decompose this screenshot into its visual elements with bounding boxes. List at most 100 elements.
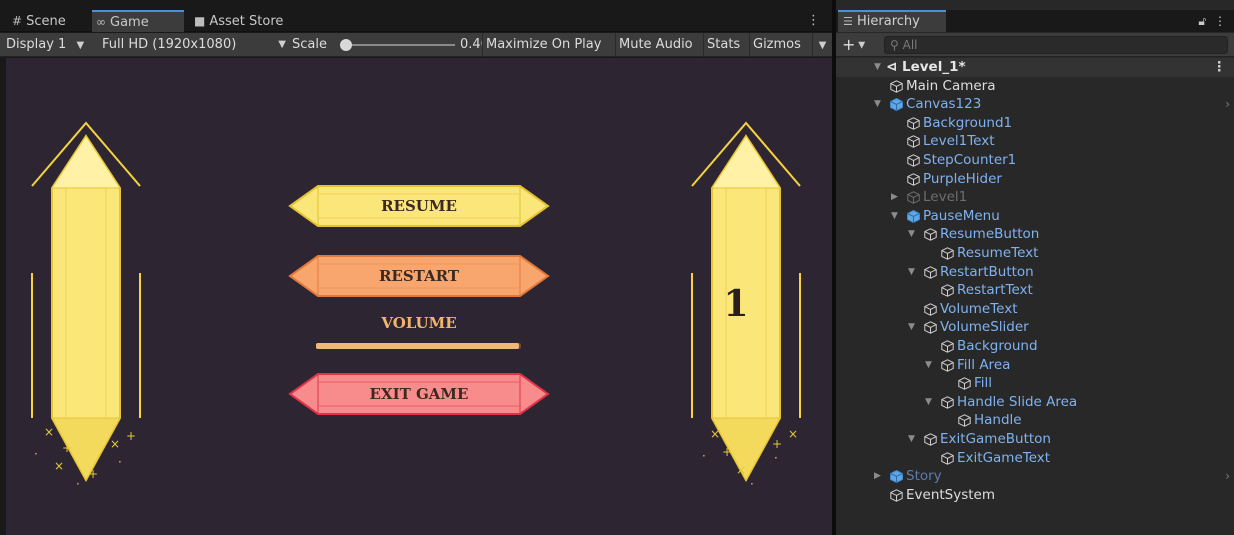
gameobject-cube-icon [907, 154, 920, 167]
hierarchy-item[interactable]: ▼ Handle Slide Area [836, 393, 1234, 412]
tab-hierarchy[interactable]: ☰ Hierarchy [838, 10, 946, 32]
search-placeholder: All [902, 38, 918, 52]
scale-slider-track[interactable] [345, 44, 455, 46]
hierarchy-item[interactable]: PurpleHider [836, 170, 1234, 189]
expand-arrow-icon[interactable]: ▼ [925, 356, 932, 375]
resolution-label: Full HD (1920x1080) [102, 37, 237, 52]
expand-arrow-icon[interactable]: ▼ [874, 95, 881, 114]
hierarchy-item-label: PauseMenu [923, 207, 1000, 224]
hierarchy-item[interactable]: StepCounter1 [836, 151, 1234, 170]
hierarchy-item[interactable]: ExitGameText [836, 449, 1234, 468]
gameobject-cube-icon [958, 377, 971, 390]
tab-game[interactable]: ∞ Game [92, 10, 184, 32]
volume-slider[interactable] [316, 343, 521, 349]
exit-game-button-label: EXIT GAME [369, 385, 469, 403]
svg-text:×: × [710, 427, 720, 441]
gameobject-cube-icon [924, 433, 937, 446]
expand-arrow-icon[interactable]: ▼ [908, 430, 915, 449]
maximize-on-play-toggle[interactable]: Maximize On Play [482, 33, 604, 57]
hierarchy-item[interactable]: ▼ ResumeButton [836, 225, 1234, 244]
hierarchy-item-label: Handle [974, 412, 1022, 429]
open-prefab-arrow-icon[interactable]: › [1225, 95, 1230, 114]
hierarchy-item[interactable]: Background [836, 337, 1234, 356]
hierarchy-item[interactable]: ▶ Level1 [836, 188, 1234, 207]
hierarchy-tab-actions: 🔓︎ ⋮ [1198, 10, 1226, 32]
hierarchy-item[interactable]: ▶ Story › [836, 467, 1234, 486]
svg-text:·: · [34, 447, 38, 461]
expand-arrow-icon[interactable]: ▼ [874, 58, 881, 77]
collapsed-arrow-icon[interactable]: ▶ [891, 188, 898, 207]
hierarchy-item[interactable]: Fill [836, 374, 1234, 393]
lock-icon[interactable]: 🔓︎ [1198, 14, 1206, 28]
hierarchy-item-label: RestartText [957, 282, 1033, 299]
gameobject-cube-icon [907, 191, 920, 204]
tab-options-menu-icon[interactable]: ⋮ [807, 10, 820, 32]
expand-arrow-icon[interactable]: ▼ [891, 207, 898, 226]
svg-text:·: · [702, 449, 706, 463]
hierarchy-item[interactable]: ▼ RestartButton [836, 263, 1234, 282]
hierarchy-item[interactable]: RestartText [836, 281, 1234, 300]
hierarchy-tab-bar: ☰ Hierarchy 🔓︎ ⋮ [836, 10, 1234, 32]
expand-arrow-icon[interactable]: ▼ [908, 318, 915, 337]
hierarchy-item-label: StepCounter1 [923, 152, 1017, 168]
level-number: 1 [723, 283, 749, 325]
game-viewport[interactable]: × + × + × + · · · × + + × × · · · 1 RESU… [6, 58, 832, 535]
resolution-dropdown[interactable]: Full HD (1920x1080) ▼ [102, 33, 286, 57]
expand-arrow-icon[interactable]: ▼ [908, 225, 915, 244]
scale-slider-handle[interactable] [340, 39, 352, 51]
display-dropdown[interactable]: Display 1 ▼ [6, 33, 84, 57]
collapsed-arrow-icon[interactable]: ▶ [874, 467, 881, 486]
hierarchy-item-label: EventSystem [906, 486, 996, 503]
gameobject-cube-icon [924, 303, 937, 316]
gameobject-cube-icon [941, 396, 954, 409]
hierarchy-item-label: RestartButton [940, 263, 1034, 280]
resume-button[interactable]: RESUME [288, 184, 550, 228]
hierarchy-item[interactable]: VolumeText [836, 300, 1234, 319]
hierarchy-item-label: VolumeText [940, 300, 1018, 317]
hierarchy-item[interactable]: Background1 [836, 114, 1234, 133]
expand-arrow-icon[interactable]: ▼ [925, 393, 932, 412]
tab-scene[interactable]: # Scene [8, 10, 92, 32]
stats-toggle[interactable]: Stats [703, 33, 743, 57]
hierarchy-item[interactable]: EventSystem [836, 486, 1234, 505]
tab-asset-store[interactable]: ■ Asset Store [190, 10, 310, 32]
exit-game-button[interactable]: EXIT GAME [288, 372, 550, 416]
hierarchy-item-label: Fill Area [957, 356, 1011, 373]
hierarchy-item[interactable]: Main Camera [836, 77, 1234, 96]
options-menu-icon[interactable]: ⋮ [1214, 14, 1226, 28]
open-prefab-arrow-icon[interactable]: › [1225, 467, 1230, 486]
left-crystal-decoration: × + × + × + · · · [31, 121, 141, 491]
mute-audio-toggle[interactable]: Mute Audio [615, 33, 696, 57]
hierarchy-item[interactable]: Handle [836, 411, 1234, 430]
svg-text:·: · [118, 455, 122, 469]
gameobject-cube-icon [890, 79, 903, 93]
volume-label: VOLUME [381, 314, 457, 332]
gizmos-toggle[interactable]: Gizmos [749, 33, 804, 57]
gameobject-cube-icon [958, 414, 971, 428]
restart-button[interactable]: RESTART [288, 254, 550, 298]
right-crystal-decoration: ×++ ××· ·· [691, 121, 801, 491]
scene-row[interactable]: ▼ ⊲ Level_1* ⋮ [836, 58, 1234, 77]
scene-options-icon[interactable]: ⋮ [1213, 58, 1227, 77]
gameobject-cube-icon [941, 340, 954, 353]
hierarchy-item-label: Level1 [923, 189, 968, 206]
svg-text:+: + [126, 429, 136, 443]
hierarchy-item-label: ResumeText [957, 245, 1039, 261]
chevron-down-icon: ▼ [278, 39, 286, 50]
hierarchy-item[interactable]: ▼ Canvas123 › [836, 95, 1234, 114]
hierarchy-item[interactable]: ▼ Fill Area [836, 356, 1234, 375]
gameobject-cube-icon [941, 358, 954, 372]
scale-label: Scale [292, 37, 327, 52]
hierarchy-item[interactable]: ▼ PauseMenu [836, 207, 1234, 226]
gameobject-cube-icon [907, 172, 920, 186]
hierarchy-item[interactable]: Level1Text [836, 132, 1234, 151]
scale-value: 0.462 [460, 37, 482, 52]
hierarchy-search-input[interactable]: ⚲ All [884, 36, 1228, 54]
gizmos-dropdown[interactable]: ▼ [812, 33, 832, 57]
hierarchy-item-label: Canvas123 [906, 96, 982, 113]
hierarchy-item[interactable]: ResumeText [836, 244, 1234, 263]
expand-arrow-icon[interactable]: ▼ [908, 263, 915, 282]
hierarchy-item[interactable]: ▼ ExitGameButton [836, 430, 1234, 449]
add-object-button[interactable]: + ▼ [842, 33, 865, 58]
hierarchy-item[interactable]: ▼ VolumeSlider [836, 318, 1234, 337]
